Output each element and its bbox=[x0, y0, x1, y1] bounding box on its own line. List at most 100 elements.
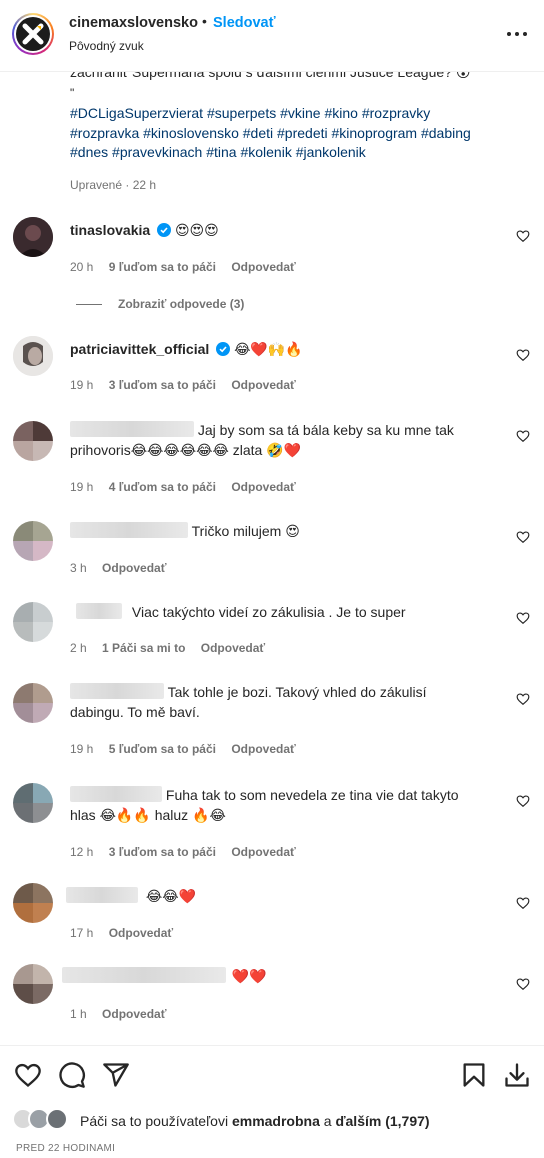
reply-button[interactable]: Odpovedať bbox=[201, 641, 265, 655]
separator-dot: • bbox=[202, 13, 207, 29]
replies-divider bbox=[76, 304, 102, 306]
comment-like-icon[interactable] bbox=[516, 692, 530, 706]
comment-likes[interactable]: 3 ľuďom sa to páči bbox=[109, 378, 216, 392]
reply-button[interactable]: Odpovedať bbox=[102, 1007, 166, 1021]
comment-likes[interactable]: 9 ľuďom sa to páči bbox=[109, 260, 216, 274]
likers-avatars[interactable] bbox=[12, 1108, 72, 1132]
comment-meta: 19 h 4 ľuďom sa to páči Odpovedať bbox=[70, 480, 308, 494]
avatar[interactable] bbox=[13, 602, 53, 642]
cinemax-logo-icon bbox=[16, 17, 50, 51]
post-caption: zachrániť Supermana spolu s ďalšími člen… bbox=[70, 72, 490, 172]
emoji-group: 😂❤️🙌🔥 bbox=[234, 341, 303, 357]
likes-middle: a bbox=[323, 1113, 332, 1129]
reply-button[interactable]: Odpovedať bbox=[231, 845, 295, 859]
blurred-username bbox=[76, 603, 122, 619]
avatar[interactable] bbox=[13, 964, 53, 1004]
comment-username[interactable]: tinaslovakia bbox=[70, 222, 150, 238]
likes-others-count[interactable]: ďalším (1,797) bbox=[335, 1113, 429, 1129]
comment-like-icon[interactable] bbox=[516, 229, 530, 243]
avatar[interactable] bbox=[13, 217, 53, 257]
comment-time[interactable]: 19 h bbox=[70, 480, 93, 494]
emoji-group: 😂🔥🔥 bbox=[99, 806, 155, 823]
emoji-group: ❤️❤️ bbox=[231, 968, 267, 984]
avatar[interactable] bbox=[13, 336, 53, 376]
profile-avatar[interactable] bbox=[12, 13, 54, 55]
more-options-icon[interactable] bbox=[504, 24, 530, 44]
reply-button[interactable]: Odpovedať bbox=[231, 378, 295, 392]
send-icon[interactable] bbox=[102, 1061, 130, 1089]
comment-text-line2b: haluz bbox=[154, 806, 189, 823]
blurred-username bbox=[70, 421, 194, 437]
comment-meta: 20 h 9 ľuďom sa to páči Odpovedať bbox=[70, 260, 308, 274]
comment-time[interactable]: 1 h bbox=[70, 1007, 87, 1021]
comment-text: ❤️❤️ bbox=[62, 967, 490, 987]
comment-username[interactable]: patriciavittek_official bbox=[70, 341, 209, 357]
blurred-username bbox=[70, 522, 188, 538]
blurred-username bbox=[66, 887, 138, 903]
comment-time[interactable]: 17 h bbox=[70, 926, 93, 940]
post-timestamp[interactable]: PRED 22 HODINAMI bbox=[16, 1143, 115, 1154]
reply-button[interactable]: Odpovedať bbox=[102, 561, 166, 575]
likes-summary: Páči sa to používateľovi emmadrobna a ďa… bbox=[80, 1113, 430, 1129]
comment-text: Tričko milujem 😍 bbox=[70, 522, 490, 542]
bookmark-icon[interactable] bbox=[460, 1061, 488, 1089]
audio-label[interactable]: Pôvodný zvuk bbox=[69, 39, 144, 53]
heart-eyes-emoji: 😍😍😍 bbox=[174, 222, 219, 238]
heart-icon[interactable] bbox=[14, 1061, 42, 1089]
likes-prefix: Páči sa to používateľovi bbox=[80, 1113, 229, 1129]
comment-like-icon[interactable] bbox=[516, 896, 530, 910]
avatar[interactable] bbox=[13, 683, 53, 723]
comment-body: Tričko milujem bbox=[191, 523, 282, 539]
comment-meta: 2 h 1 Páči sa mi to Odpovedať bbox=[70, 641, 277, 655]
avatar[interactable] bbox=[13, 883, 53, 923]
comment-likes[interactable]: 5 ľuďom sa to páči bbox=[109, 742, 216, 756]
comment-time[interactable]: 20 h bbox=[70, 260, 93, 274]
follow-button[interactable]: Sledovať bbox=[213, 15, 276, 31]
comment-time[interactable]: 19 h bbox=[70, 378, 93, 392]
comment-meta: 12 h 3 ľuďom sa to páči Odpovedať bbox=[70, 845, 308, 859]
download-icon[interactable] bbox=[503, 1061, 531, 1089]
comment-likes[interactable]: 3 ľuďom sa to páči bbox=[109, 845, 216, 859]
blurred-username bbox=[70, 786, 162, 802]
comment-text: tinaslovakia 😍😍😍 bbox=[70, 221, 490, 241]
comment-like-icon[interactable] bbox=[516, 429, 530, 443]
comment-text-line1: Fuha tak to som nevedela ze tina vie dat… bbox=[165, 787, 459, 803]
post-username[interactable]: cinemaxslovensko bbox=[69, 15, 198, 31]
laugh-emoji-group: 😂😂😂😂😂😂 bbox=[130, 441, 233, 458]
avatar[interactable] bbox=[13, 783, 53, 823]
blurred-username bbox=[70, 683, 164, 699]
reply-button[interactable]: Odpovedať bbox=[109, 926, 173, 940]
view-replies-button[interactable]: Zobraziť odpovede (3) bbox=[76, 297, 244, 311]
reply-button[interactable]: Odpovedať bbox=[231, 742, 295, 756]
comment-text-line2a: hlas bbox=[70, 806, 96, 823]
heart-eyes-emoji: 😍 bbox=[285, 523, 300, 539]
comment-meta: 3 h Odpovedať bbox=[70, 561, 178, 575]
view-replies-label[interactable]: Zobraziť odpovede (3) bbox=[118, 297, 244, 311]
comment-like-icon[interactable] bbox=[516, 348, 530, 362]
comment-like-icon[interactable] bbox=[516, 611, 530, 625]
comment-time[interactable]: 12 h bbox=[70, 845, 93, 859]
reply-button[interactable]: Odpovedať bbox=[231, 480, 295, 494]
comment-time[interactable]: 3 h bbox=[70, 561, 87, 575]
comment-like-icon[interactable] bbox=[516, 530, 530, 544]
post-actions-bar: Páči sa to používateľovi emmadrobna a ďa… bbox=[0, 1045, 544, 1158]
reply-button[interactable]: Odpovedať bbox=[231, 260, 295, 274]
comment-meta: 1 h Odpovedať bbox=[70, 1007, 178, 1021]
comment-likes[interactable]: 4 ľuďom sa to páči bbox=[109, 480, 216, 494]
comment-likes[interactable]: 1 Páči sa mi to bbox=[102, 641, 185, 655]
comment-time[interactable]: 19 h bbox=[70, 742, 93, 756]
comment-like-icon[interactable] bbox=[516, 977, 530, 991]
caption-hashtags[interactable]: #DCLigaSuperzvierat #superpets #vkine #k… bbox=[70, 104, 490, 163]
comment-like-icon[interactable] bbox=[516, 794, 530, 808]
comment-text: Jaj by som sa tá bála keby sa ku mne tak… bbox=[70, 421, 490, 460]
comment-text: 😂😂❤️ bbox=[66, 887, 490, 907]
liker-username[interactable]: emmadrobna bbox=[232, 1113, 320, 1129]
avatar[interactable] bbox=[13, 521, 53, 561]
caption-quote-mark: " bbox=[70, 86, 75, 100]
verified-badge-icon bbox=[216, 342, 231, 356]
post-header: cinemaxslovensko • Sledovať Pôvodný zvuk bbox=[0, 0, 544, 72]
comment-time[interactable]: 2 h bbox=[70, 641, 87, 655]
avatar[interactable] bbox=[13, 421, 53, 461]
comment-icon[interactable] bbox=[58, 1061, 86, 1089]
comment-text-line1: Tak tohle je bozi. Takový vhled do zákul… bbox=[167, 684, 427, 700]
